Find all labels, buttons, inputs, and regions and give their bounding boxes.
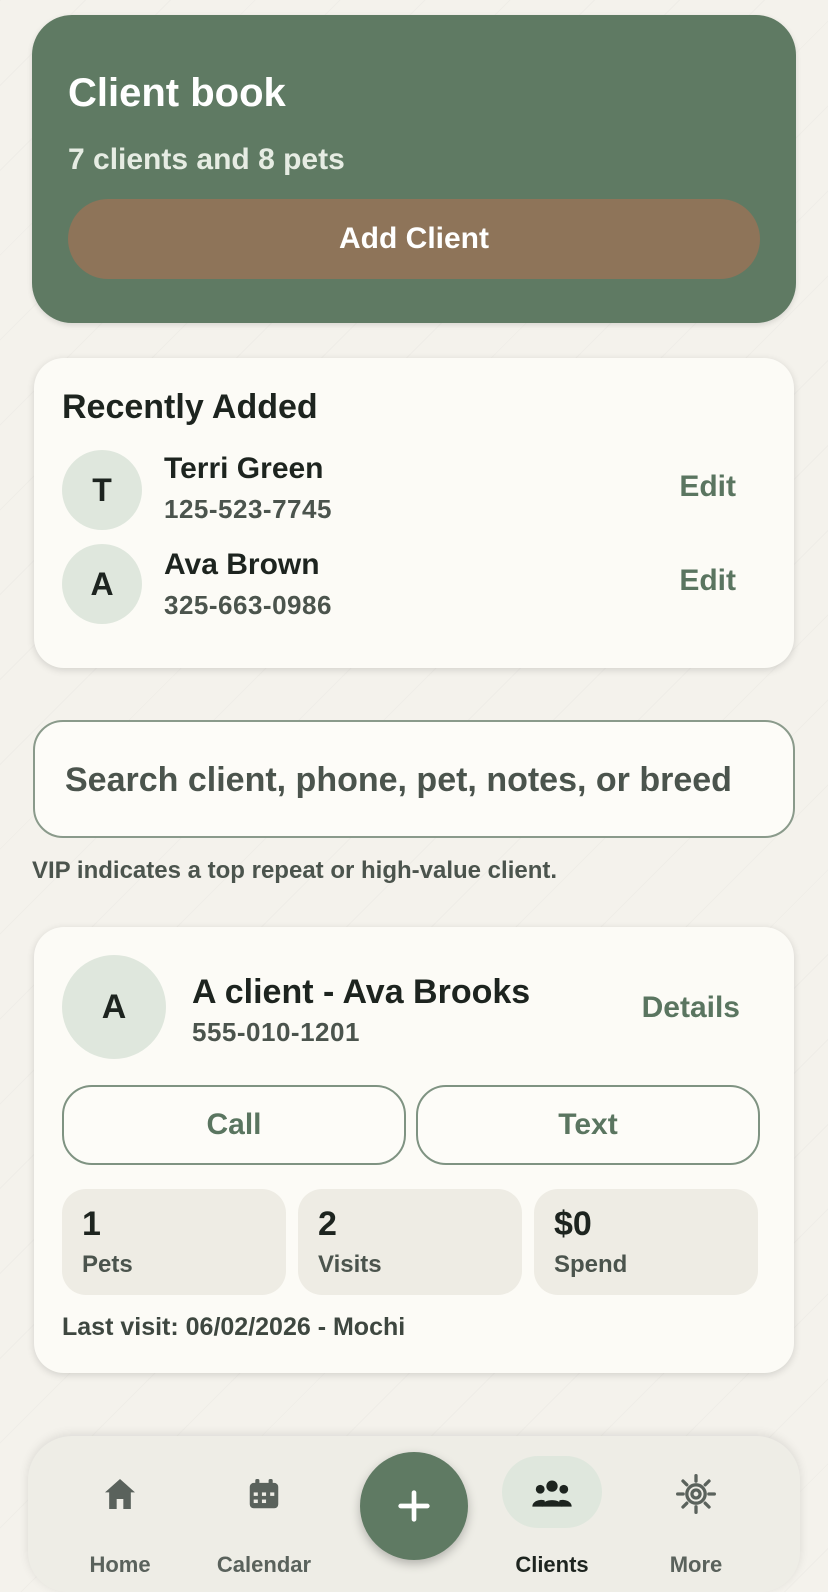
client-book-header: Client book 7 clients and 8 pets Add Cli… [32,15,796,323]
edit-button[interactable]: Edit [679,470,736,504]
stat-visits: 2 Visits [298,1189,522,1295]
stat-label: Spend [554,1251,628,1278]
nav-clients[interactable]: Clients [482,1436,622,1592]
client-card: A A client - Ava Brooks 555-010-1201 Det… [34,927,794,1373]
nav-calendar[interactable]: Calendar [194,1436,334,1592]
nav-label: More [669,1552,723,1577]
plus-icon [398,1490,430,1522]
client-phone: 555-010-1201 [192,1017,360,1047]
avatar: T [62,450,142,530]
search-box [33,720,795,838]
nav-label: Calendar [216,1552,312,1577]
recently-added-title: Recently Added [62,388,318,426]
recent-client-phone: 125-523-7745 [164,494,332,524]
edit-button[interactable]: Edit [679,564,736,598]
nav-label: Clients [515,1552,589,1577]
recent-client-phone: 325-663-0986 [164,590,332,620]
stat-spend: $0 Spend [534,1189,758,1295]
client-count-summary: 7 clients and 8 pets [68,143,345,176]
client-name: A client - Ava Brooks [192,973,531,1011]
stat-label: Pets [82,1251,133,1278]
add-fab-button[interactable] [360,1452,468,1560]
search-input[interactable] [65,752,765,808]
nav-label: Home [89,1552,151,1577]
gear-icon [674,1472,718,1516]
recent-client-name: Terri Green [164,452,324,485]
text-button[interactable]: Text [416,1085,760,1165]
vip-note: VIP indicates a top repeat or high-value… [32,857,558,884]
nav-more[interactable]: More [626,1436,766,1592]
page-title: Client book [68,71,286,115]
stat-label: Visits [318,1251,382,1278]
stat-value: 2 [318,1205,337,1243]
call-button[interactable]: Call [62,1085,406,1165]
avatar: A [62,544,142,624]
stat-pets: 1 Pets [62,1189,286,1295]
avatar: A [62,955,166,1059]
nav-home[interactable]: Home [50,1436,190,1592]
calendar-icon [242,1472,286,1516]
stat-value: 1 [82,1205,101,1243]
last-visit: Last visit: 06/02/2026 - Mochi [62,1313,406,1341]
recent-client-name: Ava Brown [164,548,320,581]
recently-added-card: Recently Added T Terri Green 125-523-774… [34,358,794,668]
add-client-button[interactable]: Add Client [68,199,760,279]
stat-value: $0 [554,1205,592,1243]
details-button[interactable]: Details [642,991,740,1025]
home-icon [98,1472,142,1516]
people-icon [530,1472,574,1516]
